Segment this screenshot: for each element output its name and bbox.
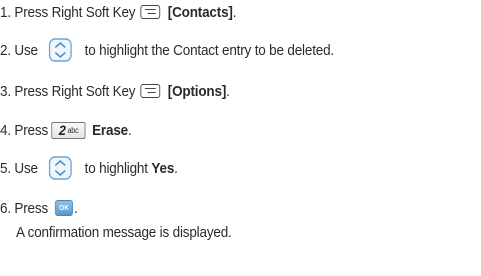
step-number: 1. bbox=[0, 3, 11, 21]
step-text: Press bbox=[14, 199, 49, 217]
step-number: 3. bbox=[0, 82, 11, 100]
step-number: 4. bbox=[0, 121, 11, 139]
result-text: A confirmation message is displayed. bbox=[16, 223, 232, 241]
key-digit: 2 bbox=[58, 122, 66, 138]
ok-key-label: OK bbox=[59, 204, 70, 212]
key-2abc-icon: 2 abc bbox=[51, 121, 86, 139]
softkey-label-options: [Options] bbox=[167, 82, 227, 100]
navigation-key-icon bbox=[48, 156, 72, 180]
step-text: Press Right Soft Key bbox=[14, 82, 136, 100]
ok-key-icon: OK bbox=[55, 200, 74, 216]
erase-label: Erase bbox=[92, 121, 128, 139]
softkey-label-contacts: [Contacts] bbox=[167, 3, 233, 21]
step-2: 2. Use to highlight the Contact entry to… bbox=[0, 38, 334, 62]
step-5: 5. Use to highlight Yes . bbox=[0, 156, 178, 180]
step-text: Press Right Soft Key bbox=[14, 3, 136, 21]
step-text: Press bbox=[14, 121, 49, 139]
step-text: Use bbox=[14, 41, 38, 59]
step-punctuation: . bbox=[174, 159, 178, 177]
right-soft-key-icon bbox=[140, 84, 161, 98]
step-punctuation: . bbox=[232, 3, 237, 21]
step-punctuation: . bbox=[226, 82, 230, 100]
yes-label: Yes bbox=[151, 159, 175, 177]
step-1: 1. Press Right Soft Key [Contacts] . bbox=[0, 0, 236, 24]
right-soft-key-icon bbox=[140, 5, 161, 19]
step-3: 3. Press Right Soft Key [Options] . bbox=[0, 79, 230, 103]
step-text: to highlight bbox=[84, 159, 148, 177]
step-punctuation: . bbox=[74, 199, 78, 217]
step-text: Use bbox=[14, 159, 38, 177]
step-number: 5. bbox=[0, 159, 11, 177]
step-text: to highlight the Contact entry to be del… bbox=[84, 41, 335, 59]
key-letters: abc bbox=[67, 125, 79, 135]
step-number: 6. bbox=[0, 199, 11, 217]
step-4: 4. Press 2 abc Erase . bbox=[0, 118, 132, 142]
step-punctuation: . bbox=[127, 121, 132, 139]
navigation-key-icon bbox=[48, 38, 72, 62]
step-number: 2. bbox=[0, 41, 11, 59]
step-6: 6. Press OK . bbox=[0, 196, 78, 220]
